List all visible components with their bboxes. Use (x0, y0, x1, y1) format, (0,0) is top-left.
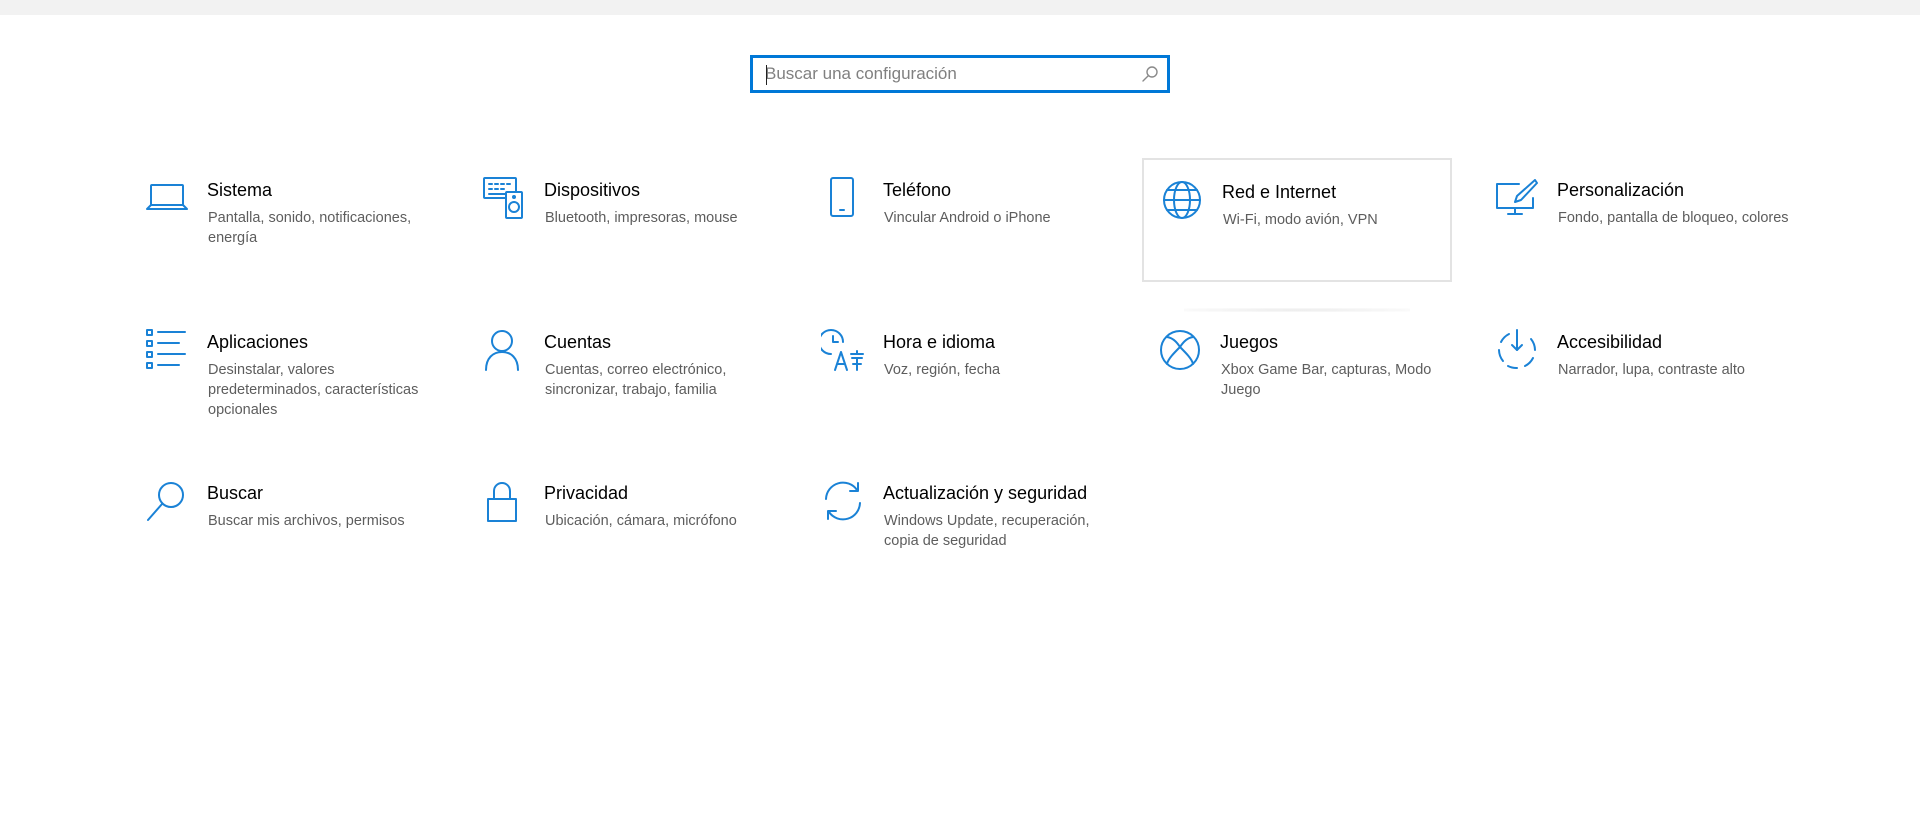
lock-icon (482, 479, 526, 523)
phone-icon (821, 176, 865, 220)
tile-description: Narrador, lupa, contraste alto (1558, 362, 1745, 378)
tile-sistema[interactable]: Sistema Pantalla, sonido, notificaciones… (145, 158, 455, 282)
text-caret (766, 65, 767, 85)
tile-actualizacion-y-seguridad[interactable]: Actualización y seguridad Windows Update… (821, 461, 1131, 585)
search-icon (145, 479, 189, 523)
tile-hora-e-idioma[interactable]: Hora e idioma Voz, región, fecha (821, 310, 1131, 434)
tile-cuentas[interactable]: Cuentas Cuentas, correo electrónico, sin… (482, 310, 792, 434)
tile-description: Pantalla, sonido, notificaciones, energí… (208, 210, 412, 246)
tile-privacidad[interactable]: Privacidad Ubicación, cámara, micrófono (482, 461, 792, 585)
person-icon (482, 328, 526, 372)
search-input[interactable] (765, 58, 1135, 90)
tile-telefono[interactable]: Teléfono Vincular Android o iPhone (821, 158, 1131, 282)
tile-title: Sistema (207, 180, 273, 200)
tile-personalizacion[interactable]: Personalización Fondo, pantalla de bloqu… (1495, 158, 1805, 282)
title-bar-strip (0, 0, 1920, 15)
tile-title: Personalización (1557, 180, 1685, 200)
tile-red-e-internet[interactable]: Red e Internet Wi-Fi, modo avión, VPN (1142, 158, 1452, 312)
time-language-icon (821, 328, 865, 372)
tile-aplicaciones[interactable]: Aplicaciones Desinstalar, valores predet… (145, 310, 455, 434)
tile-title: Accesibilidad (1557, 332, 1663, 352)
tile-description: Windows Update, recuperación, copia de s… (884, 513, 1090, 549)
update-icon (821, 479, 865, 523)
devices-icon (482, 176, 526, 220)
tile-title: Actualización y seguridad (883, 483, 1088, 503)
personalization-icon (1495, 176, 1539, 220)
tile-title: Juegos (1220, 332, 1279, 352)
tile-accesibilidad[interactable]: Accesibilidad Narrador, lupa, contraste … (1495, 310, 1805, 434)
tile-description: Desinstalar, valores predeterminados, ca… (208, 362, 419, 418)
tile-description: Bluetooth, impresoras, mouse (545, 210, 738, 226)
tile-description: Wi-Fi, modo avión, VPN (1223, 212, 1378, 228)
tile-title: Hora e idioma (883, 332, 996, 352)
tile-description: Vincular Android o iPhone (884, 210, 1051, 226)
tile-buscar[interactable]: Buscar Buscar mis archivos, permisos (145, 461, 455, 585)
accessibility-icon (1495, 328, 1539, 372)
tile-description: Fondo, pantalla de bloqueo, colores (1558, 210, 1789, 226)
tile-title: Dispositivos (544, 180, 641, 200)
tile-title: Teléfono (883, 180, 952, 200)
search-icon[interactable] (1141, 65, 1159, 83)
tile-description: Buscar mis archivos, permisos (208, 513, 405, 529)
xbox-icon (1158, 328, 1202, 372)
tile-description: Xbox Game Bar, capturas, Modo Juego (1221, 362, 1432, 398)
tile-description: Cuentas, correo electrónico, sincronizar… (545, 362, 727, 398)
tile-dispositivos[interactable]: Dispositivos Bluetooth, impresoras, mous… (482, 158, 792, 282)
tile-juegos[interactable]: Juegos Xbox Game Bar, capturas, Modo Jue… (1158, 310, 1468, 434)
laptop-icon (145, 176, 189, 220)
tile-title: Cuentas (544, 332, 612, 352)
tile-title: Privacidad (544, 483, 629, 503)
tile-description: Voz, región, fecha (884, 362, 1001, 378)
tile-title: Buscar (207, 483, 264, 503)
tile-title: Aplicaciones (207, 332, 309, 352)
search-box[interactable] (750, 55, 1170, 93)
apps-list-icon (145, 328, 189, 372)
tile-title: Red e Internet (1222, 182, 1337, 202)
tile-description: Ubicación, cámara, micrófono (545, 513, 737, 529)
globe-icon (1160, 178, 1204, 222)
